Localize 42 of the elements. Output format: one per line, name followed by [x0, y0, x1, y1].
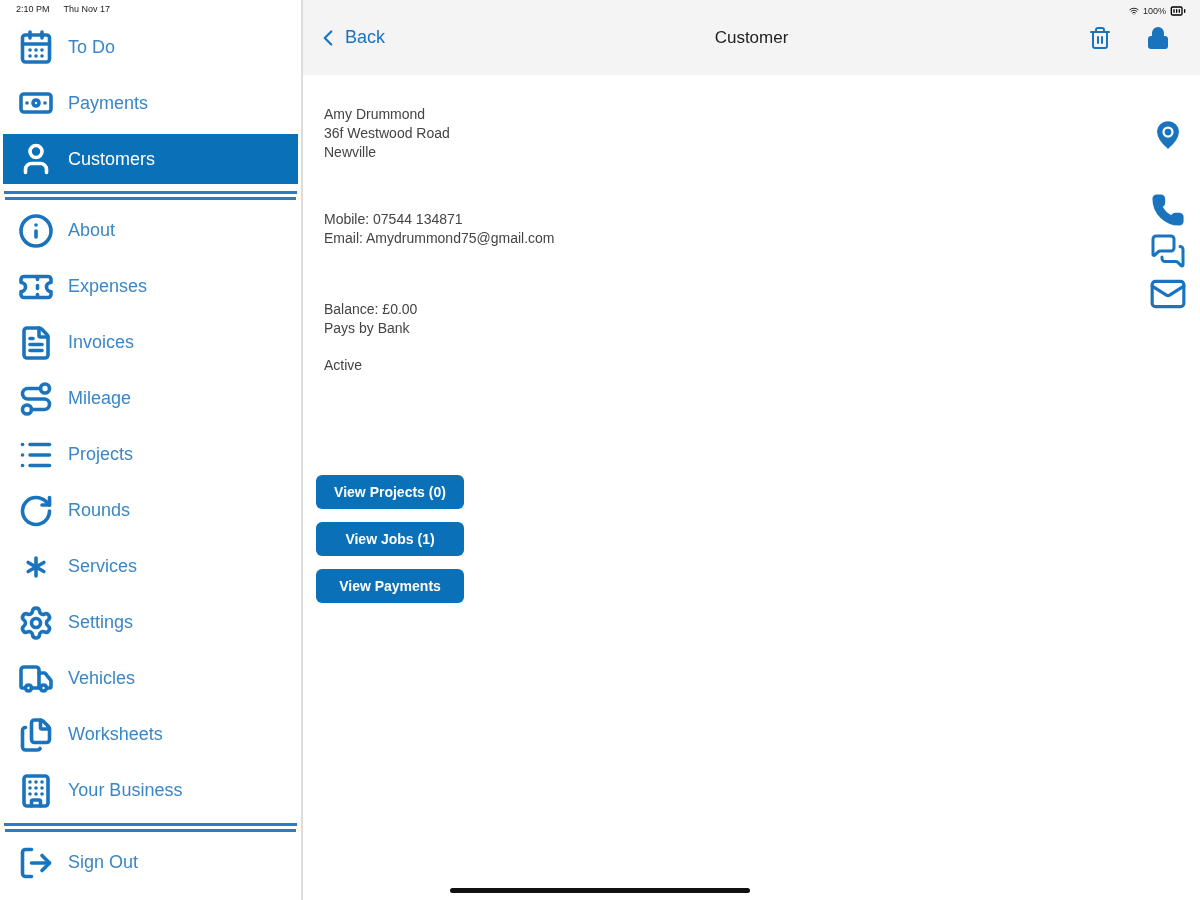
- detail-text: Amy Drummond: [324, 105, 427, 124]
- action-button[interactable]: View Projects (0): [316, 475, 464, 509]
- status-time: 2:10 PM: [16, 4, 50, 16]
- wifi-icon: [1128, 6, 1139, 16]
- detail-text: Email: Amydrummond75@gmail.com: [324, 229, 556, 248]
- sidebar-item[interactable]: Sign Out: [0, 834, 301, 891]
- road-icon: [18, 380, 54, 417]
- back-button[interactable]: Back: [315, 24, 386, 51]
- nav-title: Customer: [714, 27, 789, 48]
- detail-text: Mobile: 07544 134871: [324, 210, 464, 229]
- sidebar-item[interactable]: Invoices: [0, 314, 301, 371]
- calendar-icon: [18, 29, 54, 65]
- sidebar-item[interactable]: Services: [0, 538, 301, 595]
- battery-icon: [1170, 3, 1186, 19]
- detail-text: 36f Westwood Road: [324, 124, 451, 143]
- detail-text: Pays by Bank: [324, 319, 411, 338]
- sidebar-item[interactable]: Settings: [0, 594, 301, 651]
- sidebar-item[interactable]: Projects: [0, 426, 301, 483]
- chat-icon[interactable]: [1150, 233, 1186, 269]
- sidebar-item[interactable]: Worksheets: [0, 706, 301, 763]
- sidebar-item[interactable]: Vehicles: [0, 650, 301, 707]
- action-button[interactable]: View Jobs (1): [316, 522, 464, 556]
- phone-icon[interactable]: [1151, 193, 1185, 227]
- detail-text: Active: [324, 356, 364, 375]
- status-date: Thu Nov 17: [63, 4, 111, 16]
- detail-text: Newville: [324, 143, 378, 162]
- sidebar-item[interactable]: Customers: [3, 134, 298, 184]
- sidebar-item[interactable]: Mileage: [0, 370, 301, 427]
- sidebar-item[interactable]: Your Business: [0, 762, 301, 819]
- action-button[interactable]: View Payments: [316, 569, 464, 603]
- info-icon: [18, 212, 54, 249]
- settings-icon: [18, 604, 54, 641]
- sidebar-item[interactable]: Rounds: [0, 482, 301, 539]
- detail-text: Balance: £0.00: [324, 300, 419, 319]
- sidebar-item[interactable]: Payments: [0, 75, 301, 131]
- files-icon: [18, 716, 54, 753]
- sidebar-item[interactable]: About: [0, 202, 301, 259]
- sidebar-item[interactable]: Expenses: [0, 258, 301, 315]
- battery-text: 100%: [1142, 6, 1166, 16]
- sidebar-item[interactable]: To Do: [0, 19, 301, 75]
- trash-icon[interactable]: [1088, 25, 1112, 50]
- lock-icon[interactable]: [1146, 25, 1170, 50]
